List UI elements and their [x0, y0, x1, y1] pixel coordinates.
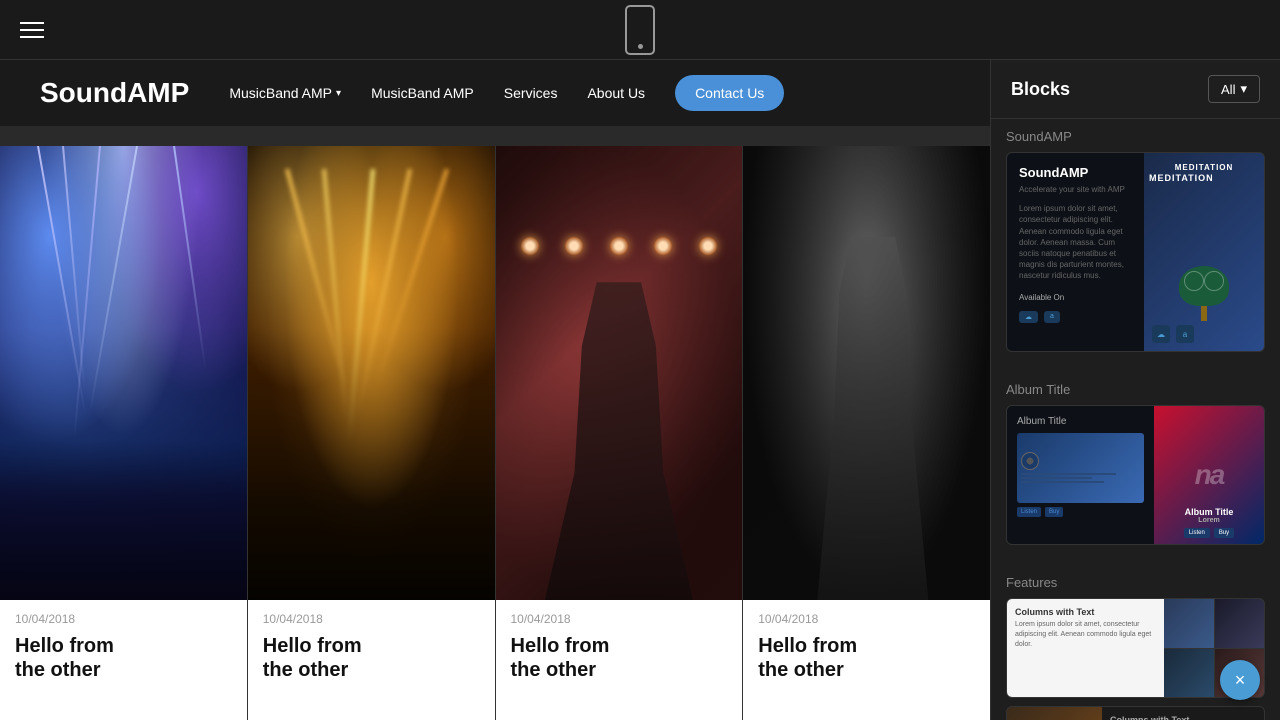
album-image	[1017, 433, 1144, 503]
album-right: na Album Title Lorem Listen Buy	[1154, 406, 1264, 544]
blog-title-4: Hello fromthe other	[758, 634, 975, 682]
all-filter-button[interactable]: All ▾	[1208, 75, 1260, 103]
blog-date-3: 10/04/2018	[511, 612, 728, 626]
phone-preview-icon[interactable]	[625, 5, 655, 55]
blog-content-4: 10/04/2018 Hello fromthe other	[743, 600, 990, 720]
features-body-1: Lorem ipsum dolor sit amet, consectetur …	[1015, 620, 1156, 649]
feature-img-1	[1164, 599, 1214, 648]
features-title-1: Columns with Text	[1015, 607, 1156, 617]
soundamp-section: SoundAMP SoundAMP Accelerate your site w…	[991, 119, 1280, 372]
soundamp-available: Available On	[1019, 292, 1132, 303]
site-logo: SoundAMP	[40, 77, 189, 109]
blog-content-3: 10/04/2018 Hello fromthe other	[496, 600, 743, 720]
features-block-card-2[interactable]: Columns with Text Lorem ipsum dolor sit …	[1006, 706, 1265, 720]
panel-header: Blocks All ▾	[991, 60, 1280, 119]
nav-musicband[interactable]: MusicBand AMP	[371, 85, 474, 101]
blog-image-3	[496, 146, 743, 600]
blog-image-2	[248, 146, 495, 600]
soundcloud-link: ☁	[1152, 325, 1170, 343]
album-info: Listen Buy	[1017, 507, 1144, 517]
soundamp-body: Lorem ipsum dolor sit amet, consectetur …	[1019, 203, 1132, 281]
soundamp-section-label: SoundAMP	[1006, 129, 1265, 144]
blog-image-1	[0, 146, 247, 600]
site-nav: MusicBand AMP ▾ MusicBand AMP Services A…	[229, 75, 950, 111]
hamburger-icon[interactable]	[20, 22, 44, 38]
guitar-image-area	[1007, 707, 1102, 720]
bottom-links: ☁ a	[1152, 325, 1194, 343]
website-area: SoundAMP MusicBand AMP ▾ MusicBand AMP S…	[0, 60, 990, 720]
close-fab-button[interactable]: ×	[1220, 660, 1260, 700]
blog-grid: 10/04/2018 Hello fromthe other 10/04/201…	[0, 146, 990, 720]
blog-card-2[interactable]: 10/04/2018 Hello fromthe other	[248, 146, 496, 720]
album-listen-btn: Listen	[1017, 507, 1041, 517]
blog-title-1: Hello fromthe other	[15, 634, 232, 682]
top-bar	[0, 0, 1280, 60]
album-title-label: Album Title	[1017, 416, 1144, 427]
soundamp-tagline: Accelerate your site with AMP	[1019, 184, 1132, 195]
feature-img-3	[1164, 649, 1214, 698]
listen-btn[interactable]: Listen	[1184, 528, 1210, 538]
blog-date-2: 10/04/2018	[263, 612, 480, 626]
blog-content-1: 10/04/2018 Hello fromthe other	[0, 600, 247, 720]
album-block-card[interactable]: Album Title	[1006, 405, 1265, 545]
album-buttons: Listen Buy	[1154, 528, 1264, 538]
album-right-text: na	[1195, 459, 1224, 491]
blog-date-1: 10/04/2018	[15, 612, 232, 626]
meditation-label: MEDITATION	[1149, 163, 1259, 172]
main-container: SoundAMP MusicBand AMP ▾ MusicBand AMP S…	[0, 60, 1280, 720]
tree-visual	[1179, 266, 1229, 326]
amazon-link: a	[1176, 325, 1194, 343]
blog-date-4: 10/04/2018	[758, 612, 975, 626]
album-left: Album Title	[1007, 406, 1154, 544]
buy-btn[interactable]: Buy	[1214, 528, 1234, 538]
soundamp-logos: ☁ a	[1019, 311, 1132, 323]
blog-card-3[interactable]: 10/04/2018 Hello fromthe other	[496, 146, 744, 720]
blog-image-4	[743, 146, 990, 600]
features-dark-title: Columns with Text	[1110, 715, 1256, 720]
dropdown-arrow: ▾	[336, 88, 341, 99]
hero-band	[0, 126, 990, 146]
soundamp-block-card[interactable]: SoundAMP Accelerate your site with AMP L…	[1006, 152, 1265, 352]
soundamp-right: MEDITATION ☁ a	[1144, 153, 1264, 351]
features-section-label: Features	[1006, 575, 1265, 590]
album-section: Album Title Album Title	[991, 372, 1280, 565]
blog-title-2: Hello fromthe other	[263, 634, 480, 682]
features-left-1: Columns with Text Lorem ipsum dolor sit …	[1007, 599, 1164, 697]
blog-title-3: Hello fromthe other	[511, 634, 728, 682]
album-title-overlay: Album Title Lorem	[1154, 507, 1264, 524]
album-buy-btn: Buy	[1045, 507, 1063, 517]
feature-img-2	[1215, 599, 1265, 648]
blog-content-2: 10/04/2018 Hello fromthe other	[248, 600, 495, 720]
amazon-logo: a	[1044, 311, 1060, 323]
blog-card-1[interactable]: 10/04/2018 Hello fromthe other	[0, 146, 248, 720]
nav-musicband-dropdown[interactable]: MusicBand AMP ▾	[229, 85, 341, 101]
soundamp-brand: SoundAMP	[1019, 165, 1132, 180]
panel-title: Blocks	[1011, 79, 1070, 100]
dropdown-arrow-icon: ▾	[1240, 81, 1247, 97]
soundamp-left: SoundAMP Accelerate your site with AMP L…	[1007, 153, 1144, 351]
blog-card-4[interactable]: 10/04/2018 Hello fromthe other	[743, 146, 990, 720]
nav-services[interactable]: Services	[504, 85, 558, 101]
album-section-label: Album Title	[1006, 382, 1265, 397]
nav-about[interactable]: About Us	[587, 85, 645, 101]
features-right-dark: Columns with Text Lorem ipsum dolor sit …	[1102, 707, 1264, 720]
right-panel: Blocks All ▾ SoundAMP SoundAMP Accelerat…	[990, 60, 1280, 720]
contact-button[interactable]: Contact Us	[675, 75, 784, 111]
soundcloud-logo: ☁	[1019, 311, 1038, 323]
site-header: SoundAMP MusicBand AMP ▾ MusicBand AMP S…	[0, 60, 990, 126]
